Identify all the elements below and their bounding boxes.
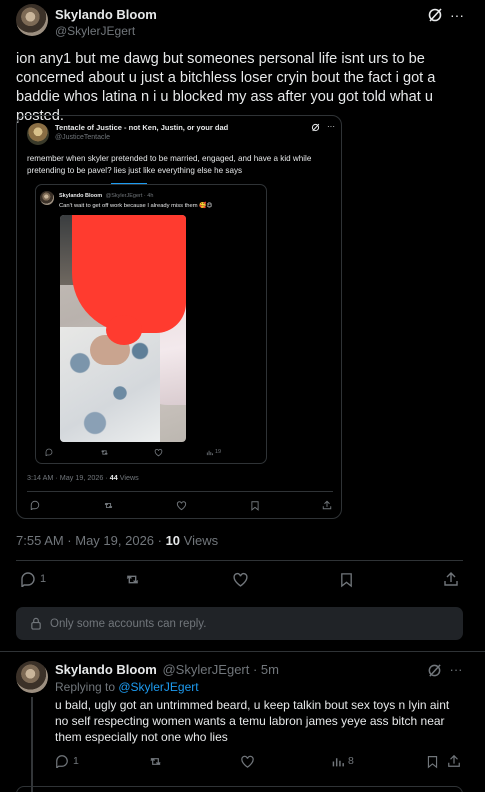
nested-repost-icon[interactable] xyxy=(99,447,109,457)
reply-author-handle[interactable]: @SkylerJEgert · 5m xyxy=(162,662,279,677)
nested-views-icon[interactable]: 19 xyxy=(206,447,221,457)
reply-views-button[interactable]: 8 xyxy=(331,753,354,769)
nested-author-handle[interactable]: @SkylerJEgert · 4h xyxy=(106,193,154,199)
reply-reply-button[interactable]: 1 xyxy=(55,753,79,769)
repost-icon[interactable] xyxy=(123,570,141,588)
quoted-grok-icon[interactable] xyxy=(310,122,320,132)
nested-reply-icon[interactable] xyxy=(44,447,54,457)
post-photo[interactable] xyxy=(60,215,186,442)
share-icon[interactable] xyxy=(442,570,460,588)
reply-avatar[interactable] xyxy=(16,661,48,693)
reply-repost-icon[interactable] xyxy=(147,753,163,769)
nested-views-count: 19 xyxy=(215,449,222,455)
quoted-share-icon[interactable] xyxy=(321,499,333,511)
reply-views-icon xyxy=(332,757,344,766)
replying-to: Replying to @SkylerJEgert xyxy=(55,680,199,694)
like-icon[interactable] xyxy=(231,570,249,588)
reply-icon xyxy=(21,572,35,587)
reply-more-icon[interactable]: ··· xyxy=(448,661,464,677)
quoted-views-count: 44 xyxy=(109,473,118,482)
reply-views-count: 8 xyxy=(348,755,354,767)
post-timestamp: 7:55 AM · May 19, 2026 · 10 Views xyxy=(16,533,218,548)
author-handle[interactable]: @SkylerJEgert xyxy=(55,24,135,38)
bottom-composer-edge xyxy=(16,786,463,792)
avatar[interactable] xyxy=(16,4,48,36)
reply-count: 1 xyxy=(40,573,47,585)
nested-author-name[interactable]: Skylando Bloom xyxy=(59,193,102,199)
nested-like-icon[interactable] xyxy=(153,447,163,457)
quoted-more-icon[interactable]: ··· xyxy=(326,121,336,131)
reply-bookmark-icon[interactable] xyxy=(424,753,440,769)
quoted-like-icon[interactable] xyxy=(175,499,187,511)
reply-like-icon[interactable] xyxy=(239,753,255,769)
replying-to-link[interactable]: @SkylerJEgert xyxy=(118,680,198,694)
quoted-timestamp: 3:14 AM · May 19, 2026 · 44 Views xyxy=(27,473,139,482)
quoted-post-card[interactable]: Tentacle of Justice - not Ken, Justin, o… xyxy=(16,115,342,519)
timestamp-text[interactable]: 7:55 AM · May 19, 2026 · xyxy=(16,533,166,548)
bookmark-icon[interactable] xyxy=(337,570,355,588)
quoted-repost-icon[interactable] xyxy=(102,499,114,511)
reply-reply-count: 1 xyxy=(73,755,79,767)
redaction-overlay xyxy=(106,315,142,345)
reply-restriction-banner: Only some accounts can reply. xyxy=(16,607,463,640)
quoted-views-label: Views xyxy=(117,473,139,482)
reply-text: u bald, ugly got an untrimmed beard, u k… xyxy=(55,698,450,744)
quoted-reply-icon[interactable] xyxy=(29,499,41,511)
lock-icon xyxy=(31,617,41,630)
quoted-bookmark-icon[interactable] xyxy=(249,499,261,511)
reply-button[interactable]: 1 xyxy=(20,570,46,588)
quoted-timestamp-text: 3:14 AM · May 19, 2026 · xyxy=(27,473,110,482)
quoted-author-name[interactable]: Tentacle of Justice - not Ken, Justin, o… xyxy=(55,123,228,132)
quoted-author-handle[interactable]: @JusticeTentacle xyxy=(55,134,110,141)
divider xyxy=(0,651,485,652)
nested-avatar[interactable] xyxy=(40,191,54,205)
reply-author-name[interactable]: Skylando Bloom xyxy=(55,662,157,677)
nested-post-card[interactable]: Skylando Bloom @SkylerJEgert · 4h Can't … xyxy=(35,184,267,464)
views-count: 10 xyxy=(165,533,181,548)
reply-grok-icon[interactable] xyxy=(426,662,442,678)
nested-post-text: Can't wait to get off work because I alr… xyxy=(59,203,213,209)
grok-icon[interactable] xyxy=(426,6,444,24)
reply-reply-icon xyxy=(56,755,68,768)
nested-header: Skylando Bloom @SkylerJEgert · 4h xyxy=(59,193,153,199)
quoted-post-text: remember when skyler pretended to be mar… xyxy=(27,154,312,175)
quoted-avatar[interactable] xyxy=(27,123,49,145)
author-name[interactable]: Skylando Bloom xyxy=(55,7,157,22)
more-icon[interactable]: ··· xyxy=(448,6,466,24)
reply-restriction-text: Only some accounts can reply. xyxy=(50,617,207,630)
replying-label: Replying to xyxy=(55,680,119,694)
divider xyxy=(16,560,463,561)
views-label: Views xyxy=(180,533,219,548)
quoted-divider xyxy=(27,491,333,492)
reply-share-icon[interactable] xyxy=(446,753,462,769)
reply-header: Skylando Bloom @SkylerJEgert · 5m xyxy=(55,662,279,677)
thread-line xyxy=(31,697,33,792)
